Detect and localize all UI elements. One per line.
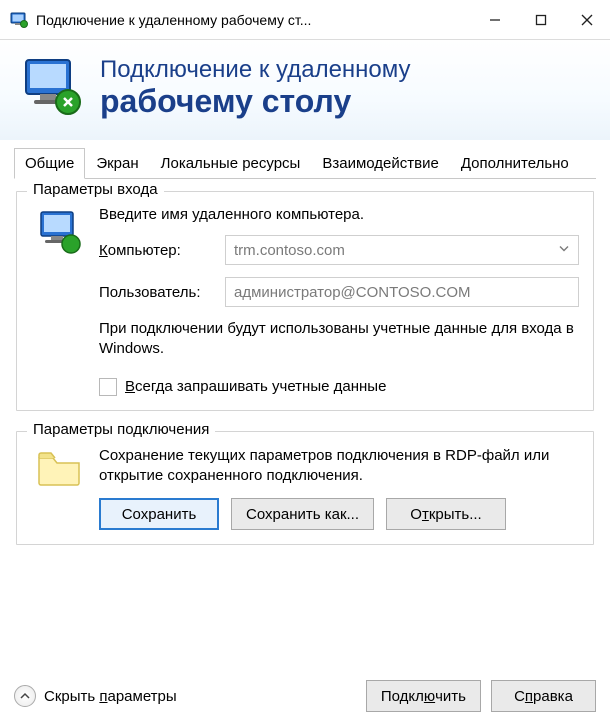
user-field[interactable]: администратор@CONTOSO.COM: [225, 277, 579, 307]
collapse-label: Скрыть параметры: [44, 688, 177, 705]
group-login-legend: Параметры входа: [27, 181, 164, 198]
open-button[interactable]: Открыть...: [386, 498, 506, 530]
titlebar: Подключение к удаленному рабочему ст...: [0, 0, 610, 40]
minimize-button[interactable]: [472, 0, 518, 40]
chevron-up-icon: [14, 685, 36, 707]
computer-icon: [31, 206, 87, 396]
computer-combo[interactable]: trm.contoso.com: [225, 235, 579, 265]
tab-panel-general: Параметры входа Введите имя удаленного к…: [0, 179, 610, 575]
always-ask-label: Всегда запрашивать учетные данные: [125, 378, 386, 395]
user-label: Пользователь:: [99, 284, 217, 301]
computer-label: Компьютер:: [99, 242, 217, 259]
connection-text: Сохранение текущих параметров подключени…: [99, 446, 579, 487]
banner-line1: Подключение к удаленному: [100, 56, 411, 84]
tab-advanced[interactable]: Дополнительно: [450, 148, 580, 179]
group-login: Параметры входа Введите имя удаленного к…: [16, 191, 594, 411]
footer: Скрыть параметры Подключить Справка: [0, 670, 610, 726]
banner-line2: рабочему столу: [100, 84, 411, 119]
credentials-note: При подключении будут использованы учетн…: [99, 319, 579, 360]
tab-display[interactable]: Экран: [85, 148, 149, 179]
tab-experience[interactable]: Взаимодействие: [311, 148, 449, 179]
tab-local-resources[interactable]: Локальные ресурсы: [150, 148, 312, 179]
user-value: администратор@CONTOSO.COM: [234, 284, 471, 301]
always-ask-checkbox[interactable]: [99, 378, 117, 396]
rdp-large-icon: [20, 54, 84, 122]
maximize-button[interactable]: [518, 0, 564, 40]
banner: Подключение к удаленному рабочему столу: [0, 40, 610, 140]
window-title: Подключение к удаленному рабочему ст...: [36, 12, 472, 28]
collapse-options[interactable]: Скрыть параметры: [14, 685, 366, 707]
tab-general[interactable]: Общие: [14, 148, 85, 179]
help-button[interactable]: Справка: [491, 680, 596, 712]
tab-bar: Общие Экран Локальные ресурсы Взаимодейс…: [0, 140, 610, 179]
save-as-button[interactable]: Сохранить как...: [231, 498, 374, 530]
save-button[interactable]: Сохранить: [99, 498, 219, 530]
group-connection: Параметры подключения Сохранение текущих…: [16, 431, 594, 546]
login-intro: Введите имя удаленного компьютера.: [99, 206, 579, 223]
rdp-icon: [10, 11, 28, 29]
close-button[interactable]: [564, 0, 610, 40]
chevron-down-icon: [558, 242, 570, 259]
group-connection-legend: Параметры подключения: [27, 421, 215, 438]
computer-value: trm.contoso.com: [234, 242, 345, 259]
connect-button[interactable]: Подключить: [366, 680, 481, 712]
folder-icon: [31, 446, 87, 531]
